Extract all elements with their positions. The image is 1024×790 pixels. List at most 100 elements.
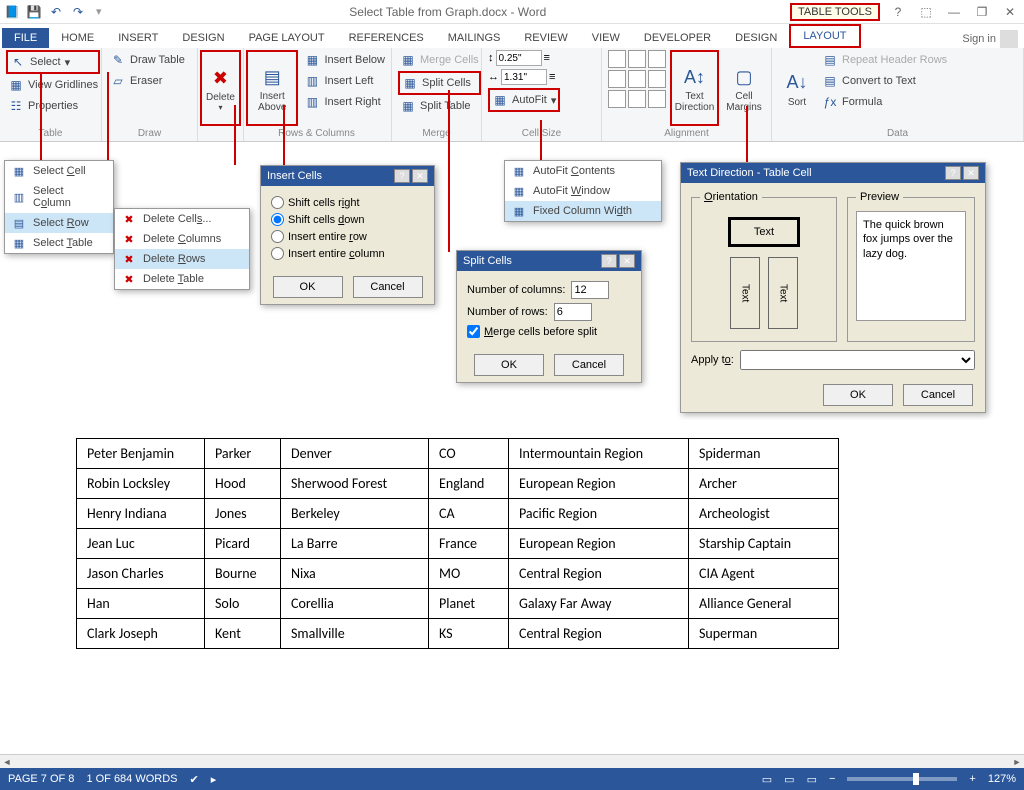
col-width-input[interactable] bbox=[501, 69, 547, 85]
delete-columns-item[interactable]: ✖Delete Columns bbox=[115, 229, 249, 249]
tab-file[interactable]: FILE bbox=[2, 28, 49, 48]
table-cell[interactable]: Central Region bbox=[509, 559, 689, 589]
insert-below-button[interactable]: ▦Insert Below bbox=[302, 50, 387, 70]
table-cell[interactable]: Bourne bbox=[205, 559, 281, 589]
table-cell[interactable]: European Region bbox=[509, 529, 689, 559]
read-mode-icon[interactable]: ▭ bbox=[762, 773, 772, 786]
save-icon[interactable]: 💾 bbox=[26, 4, 42, 20]
text-direction-button[interactable]: A↕ Text Direction bbox=[670, 50, 719, 126]
split-cells-ok-button[interactable]: OK bbox=[474, 354, 544, 376]
ribbon-display-icon[interactable]: ⬚ bbox=[916, 5, 936, 19]
help-icon[interactable]: ? bbox=[945, 166, 961, 180]
entire-row-radio[interactable]: Insert entire row bbox=[271, 228, 424, 245]
align-bl[interactable] bbox=[608, 90, 626, 108]
autofit-contents-item[interactable]: ▦AutoFit Contents bbox=[505, 161, 661, 181]
close-icon[interactable]: ✕ bbox=[1000, 5, 1020, 19]
tab-view[interactable]: VIEW bbox=[580, 28, 632, 48]
insert-left-button[interactable]: ▥Insert Left bbox=[302, 71, 387, 91]
table-cell[interactable]: Kent bbox=[205, 619, 281, 649]
table-cell[interactable]: MO bbox=[429, 559, 509, 589]
table-cell[interactable]: Alliance General bbox=[689, 589, 839, 619]
table-cell[interactable]: Jones bbox=[205, 499, 281, 529]
zoom-slider[interactable] bbox=[847, 777, 957, 781]
insert-above-button[interactable]: ▤ Insert Above bbox=[246, 50, 298, 126]
shift-right-radio[interactable]: Shift cells right bbox=[271, 194, 424, 211]
close-icon[interactable]: ✕ bbox=[963, 166, 979, 180]
select-cell-item[interactable]: ▦Select Cell bbox=[5, 161, 113, 181]
table-cell[interactable]: Han bbox=[77, 589, 205, 619]
properties-button[interactable]: ☷Properties bbox=[6, 96, 100, 116]
table-cell[interactable]: Henry Indiana bbox=[77, 499, 205, 529]
table-cell[interactable]: Galaxy Far Away bbox=[509, 589, 689, 619]
table-cell[interactable]: Intermountain Region bbox=[509, 439, 689, 469]
orientation-horizontal[interactable]: Text bbox=[728, 217, 800, 247]
table-cell[interactable]: Picard bbox=[205, 529, 281, 559]
spellcheck-icon[interactable]: ✔ bbox=[190, 773, 199, 786]
formula-button[interactable]: ƒxFormula bbox=[820, 92, 949, 112]
table-cell[interactable]: Sherwood Forest bbox=[281, 469, 429, 499]
row-height-field[interactable]: ↕≡ bbox=[488, 50, 560, 66]
qat-dropdown-icon[interactable]: ▾ bbox=[96, 5, 102, 18]
align-tr[interactable] bbox=[648, 50, 666, 68]
close-icon[interactable]: ✕ bbox=[412, 169, 428, 183]
table-cell[interactable]: Superman bbox=[689, 619, 839, 649]
autofit-button[interactable]: ▦AutoFit▾ bbox=[488, 88, 560, 112]
entire-col-radio[interactable]: Insert entire column bbox=[271, 245, 424, 262]
zoom-in-icon[interactable]: + bbox=[969, 773, 975, 785]
align-br[interactable] bbox=[648, 90, 666, 108]
zoom-out-icon[interactable]: − bbox=[829, 773, 835, 785]
table-cell[interactable]: CO bbox=[429, 439, 509, 469]
table-cell[interactable]: KS bbox=[429, 619, 509, 649]
table-row[interactable]: Jason CharlesBourneNixaMOCentral RegionC… bbox=[77, 559, 839, 589]
table-cell[interactable]: Robin Locksley bbox=[77, 469, 205, 499]
table-cell[interactable]: Corellia bbox=[281, 589, 429, 619]
table-row[interactable]: Clark JosephKentSmallvilleKSCentral Regi… bbox=[77, 619, 839, 649]
num-rows-input[interactable] bbox=[554, 303, 592, 321]
num-cols-input[interactable] bbox=[571, 281, 609, 299]
horizontal-scrollbar[interactable]: ◄ ► bbox=[0, 754, 1024, 768]
tab-home[interactable]: HOME bbox=[49, 28, 106, 48]
insert-right-button[interactable]: ▥Insert Right bbox=[302, 92, 387, 112]
tab-developer[interactable]: DEVELOPER bbox=[632, 28, 723, 48]
table-row[interactable]: Robin LocksleyHoodSherwood ForestEngland… bbox=[77, 469, 839, 499]
tab-review[interactable]: REVIEW bbox=[512, 28, 579, 48]
redo-icon[interactable]: ↷ bbox=[70, 4, 86, 20]
tab-mailings[interactable]: MAILINGS bbox=[436, 28, 513, 48]
print-layout-icon[interactable]: ▭ bbox=[784, 773, 794, 786]
view-gridlines-button[interactable]: ▦View Gridlines bbox=[6, 75, 100, 95]
delete-cells-item[interactable]: ✖Delete Cells... bbox=[115, 209, 249, 229]
select-column-item[interactable]: ▥Select Column bbox=[5, 181, 113, 213]
split-table-button[interactable]: ▦Split Table bbox=[398, 96, 481, 116]
text-dir-ok-button[interactable]: OK bbox=[823, 384, 893, 406]
align-bc[interactable] bbox=[628, 90, 646, 108]
align-mr[interactable] bbox=[648, 70, 666, 88]
insert-cells-ok-button[interactable]: OK bbox=[273, 276, 343, 298]
macro-icon[interactable]: ▸ bbox=[211, 773, 217, 786]
select-table-item[interactable]: ▦Select Table bbox=[5, 233, 113, 253]
table-cell[interactable]: Pacific Region bbox=[509, 499, 689, 529]
page-indicator[interactable]: PAGE 7 OF 8 bbox=[8, 773, 74, 785]
table-cell[interactable]: Hood bbox=[205, 469, 281, 499]
draw-table-button[interactable]: ✎Draw Table bbox=[108, 50, 187, 70]
tab-references[interactable]: REFERENCES bbox=[337, 28, 436, 48]
tab-design[interactable]: DESIGN bbox=[170, 28, 236, 48]
table-cell[interactable]: Starship Captain bbox=[689, 529, 839, 559]
convert-to-text-button[interactable]: ▤Convert to Text bbox=[820, 71, 949, 91]
table-cell[interactable]: Spiderman bbox=[689, 439, 839, 469]
scroll-right-icon[interactable]: ► bbox=[1010, 757, 1024, 767]
align-mc[interactable] bbox=[628, 70, 646, 88]
tab-insert[interactable]: INSERT bbox=[106, 28, 170, 48]
delete-rows-item[interactable]: ✖Delete Rows bbox=[115, 249, 249, 269]
table-cell[interactable]: Jean Luc bbox=[77, 529, 205, 559]
delete-table-item[interactable]: ✖Delete Table bbox=[115, 269, 249, 289]
table-cell[interactable]: Archeologist bbox=[689, 499, 839, 529]
table-cell[interactable]: CA bbox=[429, 499, 509, 529]
zoom-level[interactable]: 127% bbox=[988, 773, 1016, 785]
table-cell[interactable]: Jason Charles bbox=[77, 559, 205, 589]
table-cell[interactable]: Smallville bbox=[281, 619, 429, 649]
table-cell[interactable]: Planet bbox=[429, 589, 509, 619]
align-tc[interactable] bbox=[628, 50, 646, 68]
select-button[interactable]: ↖Select▾ bbox=[6, 50, 100, 74]
table-cell[interactable]: Central Region bbox=[509, 619, 689, 649]
autofit-window-item[interactable]: ▦AutoFit Window bbox=[505, 181, 661, 201]
